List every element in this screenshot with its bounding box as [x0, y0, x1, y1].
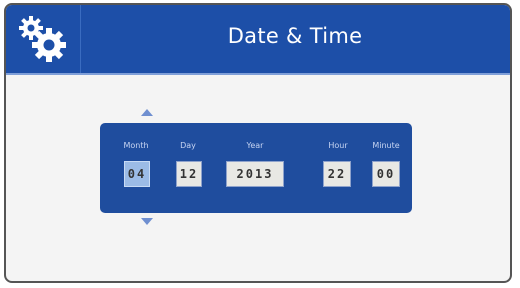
hour-field[interactable]: 22 — [323, 161, 351, 187]
year-field[interactable]: 2013 — [226, 161, 284, 187]
month-label: Month — [123, 141, 149, 150]
page-title: Date & Time — [227, 24, 363, 48]
month-field[interactable]: 04 — [124, 161, 150, 187]
gear-icon — [19, 16, 66, 62]
day-field[interactable]: 12 — [176, 161, 202, 187]
header-divider — [6, 73, 510, 75]
header-bar: Date & Time — [6, 5, 510, 73]
minute-label: Minute — [372, 141, 400, 150]
minute-field[interactable]: 00 — [372, 161, 400, 187]
date-time-screen: Date & Time Month 04 Day 12 Year 2013 Ho… — [4, 3, 512, 283]
hour-label: Hour — [328, 141, 348, 150]
date-time-picker: Month 04 Day 12 Year 2013 Hour 22 Minute… — [100, 123, 412, 213]
triangle-up-icon[interactable] — [141, 109, 153, 116]
day-label: Day — [180, 141, 196, 150]
year-label: Year — [246, 141, 264, 150]
settings-button[interactable] — [16, 13, 70, 65]
triangle-down-icon[interactable] — [141, 218, 153, 225]
